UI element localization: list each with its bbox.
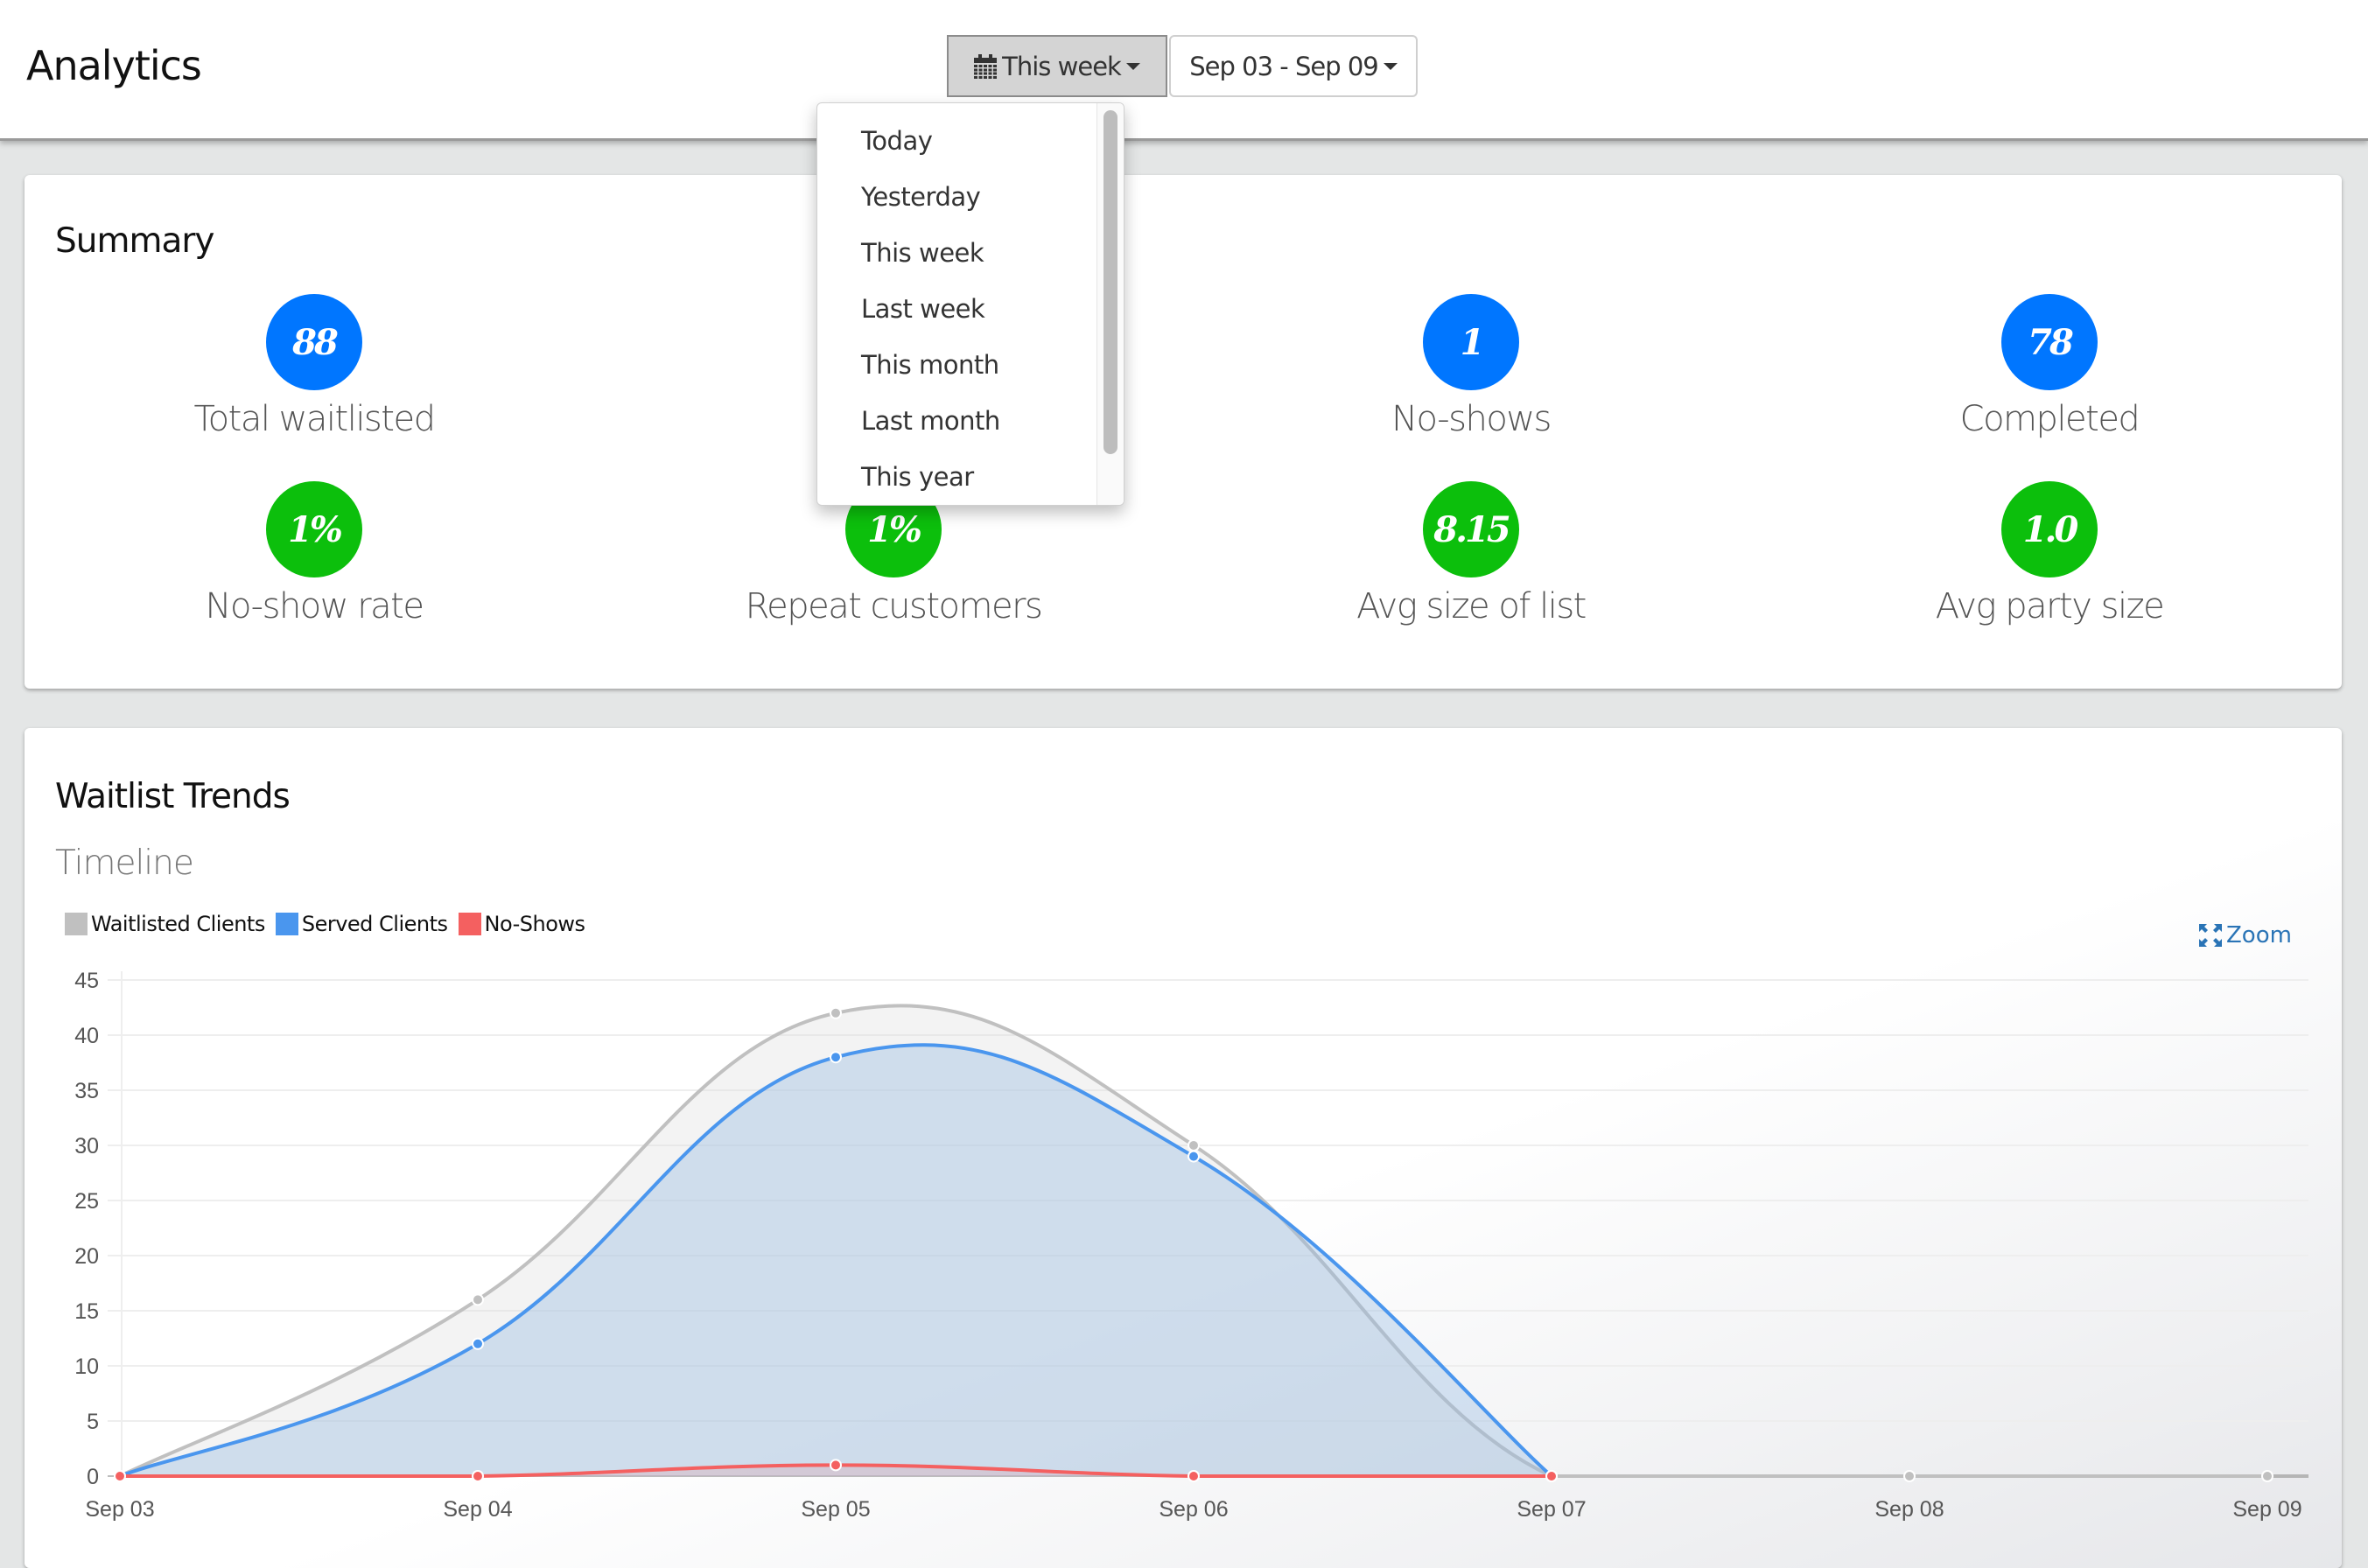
x-tick-label: Sep 06 <box>1159 1497 1228 1522</box>
data-point-waitlisted <box>472 1293 484 1306</box>
data-point-waitlisted <box>1188 1139 1200 1152</box>
waitlist-trends-card: Waitlist Trends Timeline Waitlisted Clie… <box>25 728 2342 1568</box>
x-tick-label: Sep 04 <box>443 1497 512 1522</box>
dropdown-scrollbar[interactable] <box>1096 103 1124 505</box>
stat-label: No-show rate <box>205 586 424 626</box>
caret-down-icon <box>1125 62 1140 70</box>
dropdown-item-today[interactable]: Today <box>861 119 933 163</box>
stat-label: Repeat customers <box>745 586 1043 626</box>
x-tick-label: Sep 08 <box>1874 1497 1944 1522</box>
caret-down-icon <box>1383 62 1398 70</box>
x-tick-label: Sep 03 <box>85 1497 154 1522</box>
calendar-icon <box>974 53 998 79</box>
data-point-no-shows <box>830 1459 842 1472</box>
stat-label: Total waitlisted <box>193 399 436 439</box>
data-point-waitlisted <box>830 1006 842 1019</box>
dropdown-scrollbar-thumb[interactable] <box>1103 110 1117 454</box>
stat-label: No-shows <box>1391 399 1552 439</box>
dropdown-item-this-month[interactable]: This month <box>861 343 999 387</box>
stat-value-badge: 1 <box>1423 294 1519 390</box>
stat-no-shows: 1 No-shows <box>1209 294 1734 439</box>
x-tick-label: Sep 05 <box>801 1497 870 1522</box>
x-tick-label: Sep 07 <box>1517 1497 1586 1522</box>
data-point-waitlisted <box>1903 1470 1916 1482</box>
stat-value-badge: 88 <box>266 294 362 390</box>
stat-avg-party-size: 1.0 Avg party size <box>1787 481 2312 626</box>
y-tick-label: 25 <box>74 1189 99 1214</box>
stat-value-badge: 8.15 <box>1423 481 1519 578</box>
stat-value-badge: 1.0 <box>2001 481 2098 578</box>
dropdown-item-this-week[interactable]: This week <box>861 231 984 275</box>
date-range-preset-label: This week <box>1002 51 1122 81</box>
stat-no-show-rate: 1% No-show rate <box>52 481 577 626</box>
app-header: Analytics This week Sep 03 - Sep 09 <box>0 0 2368 141</box>
stat-label: Completed <box>1959 399 2140 439</box>
waitlist-timeline-chart: 0 5 10 15 20 25 30 35 40 45 Sep 03 Sep 04 Sep 05 Sep … <box>74 969 2308 1522</box>
y-tick-label: 5 <box>87 1410 99 1434</box>
stat-label: Avg party size <box>1935 586 2165 626</box>
y-tick-label: 10 <box>74 1354 99 1379</box>
stat-value-badge: 78 <box>2001 294 2098 390</box>
date-range-preset-button[interactable]: This week <box>947 35 1167 97</box>
data-point-no-shows <box>472 1470 484 1482</box>
dropdown-item-this-year[interactable]: This year <box>861 455 974 499</box>
dropdown-item-last-month[interactable]: Last month <box>861 399 1000 443</box>
stat-total-waitlisted: 88 Total waitlisted <box>52 294 577 439</box>
summary-card: Summary 88 Total waitlisted Served 1 No-… <box>25 175 2342 689</box>
y-tick-label: 40 <box>74 1024 99 1048</box>
date-range-dropdown-menu: Today Yesterday This week Last week This… <box>816 102 1124 506</box>
y-tick-label: 15 <box>74 1299 99 1324</box>
data-point-served <box>472 1337 484 1350</box>
summary-title: Summary <box>55 221 214 261</box>
y-tick-label: 35 <box>74 1079 99 1103</box>
data-point-served <box>830 1051 842 1064</box>
y-tick-label: 0 <box>87 1465 99 1489</box>
y-tick-label: 45 <box>74 969 99 993</box>
data-point-no-shows <box>1545 1470 1558 1482</box>
page-title: Analytics <box>26 42 202 89</box>
y-tick-label: 20 <box>74 1244 99 1269</box>
dropdown-item-yesterday[interactable]: Yesterday <box>861 175 981 219</box>
dropdown-item-last-week[interactable]: Last week <box>861 287 985 331</box>
date-range-picker-button[interactable]: Sep 03 - Sep 09 <box>1169 35 1418 97</box>
x-tick-label: Sep 09 <box>2232 1497 2301 1522</box>
stat-value-badge: 1% <box>266 481 362 578</box>
stat-avg-size-of-list: 8.15 Avg size of list <box>1209 481 1734 626</box>
data-point-no-shows <box>114 1470 126 1482</box>
y-tick-label: 30 <box>74 1134 99 1158</box>
data-point-waitlisted <box>2261 1470 2273 1482</box>
stat-label: Avg size of list <box>1356 586 1587 626</box>
stat-completed: 78 Completed <box>1787 294 2312 439</box>
date-range-label: Sep 03 - Sep 09 <box>1189 51 1378 81</box>
data-point-no-shows <box>1188 1470 1200 1482</box>
data-point-served <box>1188 1150 1200 1163</box>
